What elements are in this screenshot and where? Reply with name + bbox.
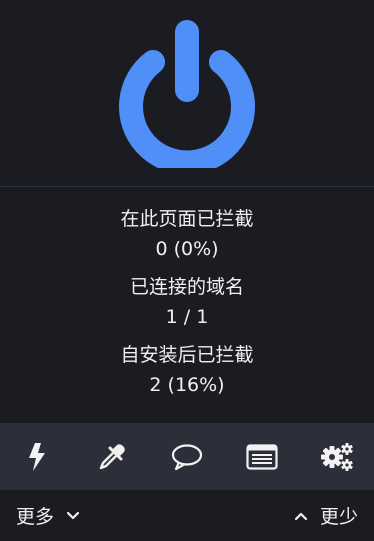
comment-button[interactable] [163,433,211,481]
blocked-since-install-value: 2 (16%) [149,374,225,396]
lightning-button[interactable] [13,433,61,481]
domains-connected-value: 1 / 1 [165,306,209,328]
eyedropper-button[interactable] [88,433,136,481]
gears-icon [320,442,353,471]
power-area [0,0,374,186]
stats-section: 在此页面已拦截 0 (0%) 已连接的域名 1 / 1 自安装后已拦截 2 (1… [0,204,374,408]
element-list-button[interactable] [238,433,286,481]
blocked-on-page-label: 在此页面已拦截 [120,208,254,230]
more-button[interactable]: 更多 [0,502,98,529]
power-icon[interactable] [117,18,257,168]
settings-button[interactable] [313,433,361,481]
popup-panel: 在此页面已拦截 0 (0%) 已连接的域名 1 / 1 自安装后已拦截 2 (1… [0,0,374,541]
element-list-icon [246,443,278,470]
speech-bubble-icon [171,443,203,470]
less-button[interactable]: 更少 [276,502,374,529]
more-label: 更多 [16,506,55,528]
domains-connected-label: 已连接的域名 [129,276,244,298]
chevron-down-icon [66,511,80,519]
chevron-up-icon [294,512,308,520]
less-label: 更少 [319,506,358,528]
eyedropper-icon [99,443,125,469]
blocked-on-page-value: 0 (0%) [155,238,219,260]
lightning-icon [29,442,46,471]
blocked-since-install-label: 自安装后已拦截 [120,344,254,366]
toolbar [0,423,374,490]
divider [0,186,374,187]
footer: 更多 更少 [0,490,374,541]
